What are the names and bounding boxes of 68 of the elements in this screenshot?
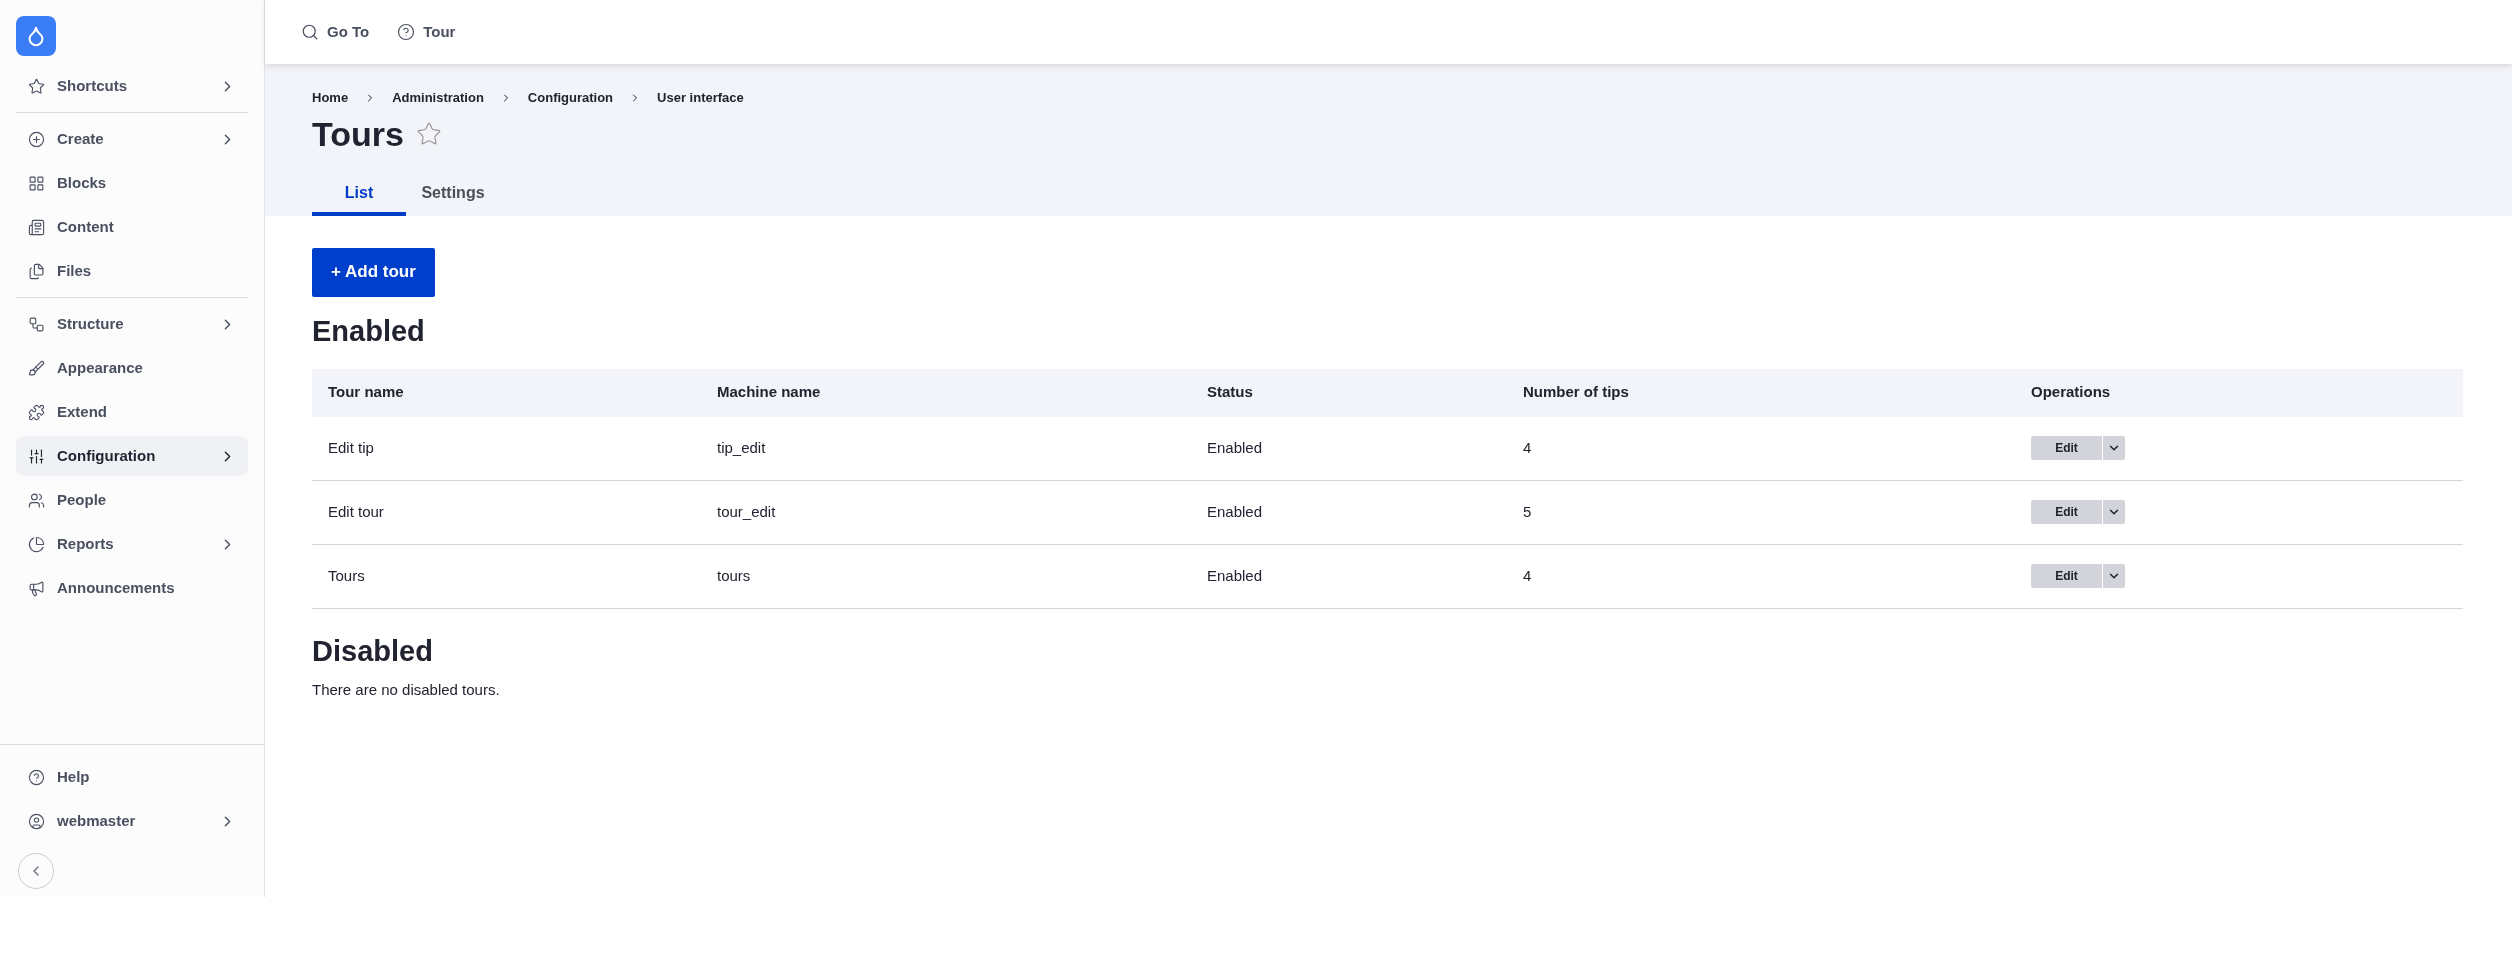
section-heading: Enabled: [312, 313, 426, 349]
document-icon: [28, 218, 45, 236]
operations-dropdown-button[interactable]: [2102, 564, 2125, 588]
table-cell-text: Enabled: [1206, 437, 1264, 458]
sidebar-item[interactable]: People: [16, 480, 248, 520]
sidebar-item[interactable]: Extend: [16, 392, 248, 432]
star-icon: [28, 77, 45, 95]
column-header: Machine name: [716, 382, 822, 403]
column-header: Operations: [2030, 382, 2112, 403]
sidebar-item[interactable]: Announcements: [16, 568, 248, 608]
add-tour-button[interactable]: + Add tour: [312, 247, 435, 297]
table-cell-text: Edit tip: [327, 437, 375, 458]
breadcrumb-link[interactable]: User interface: [657, 88, 744, 108]
tab[interactable]: List: [312, 173, 406, 216]
table-cell-text: tours: [716, 565, 752, 586]
sidebar-item[interactable]: Blocks: [16, 163, 248, 203]
section-heading: Disabled: [312, 633, 434, 669]
breadcrumb-link[interactable]: Administration: [392, 88, 484, 108]
grid-icon: [28, 174, 45, 192]
star-icon[interactable]: [415, 120, 442, 147]
column-header: Number of tips: [1522, 382, 1630, 403]
sidebar-item[interactable]: Create: [16, 119, 248, 159]
toolbar-button[interactable]: Go To: [301, 20, 370, 44]
sidebar-item[interactable]: Appearance: [16, 348, 248, 388]
sidebar-item[interactable]: Configuration: [16, 436, 248, 476]
sidebar-item[interactable]: webmaster: [16, 801, 248, 841]
table-cell-text: tour_edit: [716, 501, 777, 522]
plus-circle-icon: [28, 130, 45, 148]
edit-button[interactable]: Edit: [2031, 564, 2102, 588]
page-title: Tours: [312, 113, 404, 155]
column-header: Tour name: [327, 382, 405, 403]
tab[interactable]: Settings: [406, 173, 500, 216]
operations-dropdown-button[interactable]: [2102, 500, 2125, 524]
megaphone-icon: [28, 579, 45, 597]
empty-message: There are no disabled tours.: [312, 679, 501, 700]
table-cell-text: tip_edit: [716, 437, 767, 458]
table-cell-text: Edit tour: [327, 501, 385, 522]
table-cell-text: 5: [1522, 501, 1533, 522]
help-icon: [397, 23, 416, 41]
breadcrumb-link[interactable]: Home: [312, 88, 349, 108]
table-cell-text: Tours: [327, 565, 366, 586]
people-icon: [28, 491, 45, 509]
column-header: Status: [1206, 382, 1254, 403]
edit-button[interactable]: Edit: [2031, 500, 2102, 524]
edit-button[interactable]: Edit: [2031, 436, 2102, 460]
breadcrumb-link[interactable]: Configuration: [527, 88, 614, 108]
logo-icon[interactable]: [16, 16, 56, 56]
operations-dropdown-button[interactable]: [2102, 436, 2125, 460]
brush-icon: [28, 359, 45, 377]
table-cell-text: Enabled: [1206, 501, 1264, 522]
table-cell-text: 4: [1522, 437, 1533, 458]
sidebar-item[interactable]: Structure: [16, 304, 248, 344]
sidebar-item[interactable]: Content: [16, 207, 248, 247]
user-icon: [28, 812, 45, 830]
help-icon: [28, 768, 45, 786]
sidebar-item[interactable]: Shortcuts: [16, 66, 248, 106]
table-cell-text: Enabled: [1206, 565, 1264, 586]
hierarchy-icon: [28, 315, 45, 333]
pie-chart-icon: [28, 535, 45, 553]
sidebar-item[interactable]: Reports: [16, 524, 248, 564]
toolbar-button[interactable]: Tour: [397, 20, 456, 44]
sidebar-item[interactable]: Help: [16, 757, 248, 797]
search-icon: [301, 23, 319, 41]
sliders-icon: [28, 447, 45, 465]
puzzle-icon: [28, 403, 45, 421]
sidebar-item[interactable]: Files: [16, 251, 248, 291]
files-icon: [28, 262, 45, 280]
table-cell-text: 4: [1522, 565, 1533, 586]
